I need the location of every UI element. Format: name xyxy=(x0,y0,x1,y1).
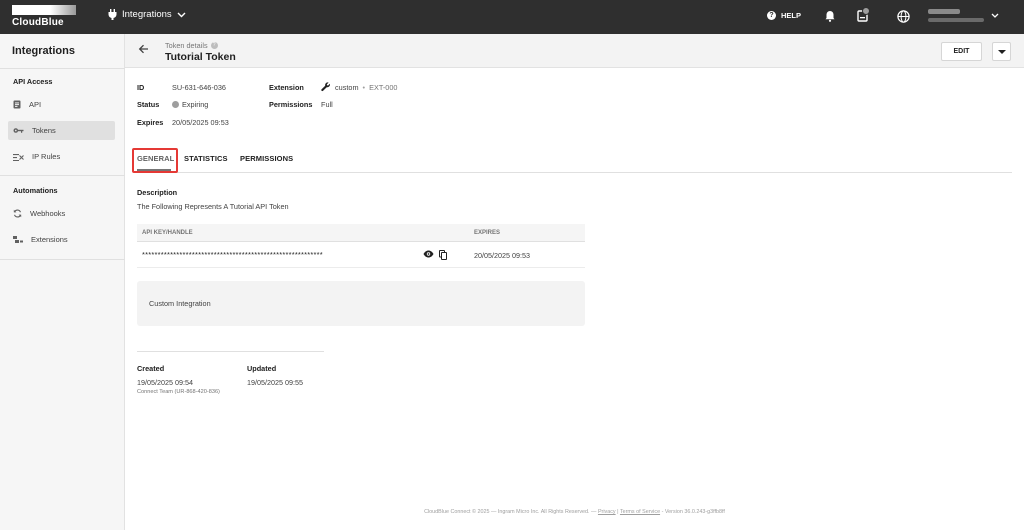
sidebar-item-label: API xyxy=(29,100,42,109)
breadcrumb: Token details ? xyxy=(165,41,218,50)
sidebar-section-api-access: API Access xyxy=(13,77,53,86)
chevron-down-icon[interactable] xyxy=(991,13,999,18)
footer-copyright: CloudBlue Connect © 2025 — Ingram Micro … xyxy=(424,509,598,515)
back-arrow-icon[interactable] xyxy=(138,44,149,54)
status-label: Status xyxy=(137,100,160,109)
description-label: Description xyxy=(137,188,178,197)
plug-icon xyxy=(108,9,117,20)
help-circle-icon[interactable]: ? xyxy=(210,42,218,49)
divider xyxy=(137,351,324,352)
sidebar: Integrations API Access API Tokens IP Ru… xyxy=(0,34,125,530)
masked-api-key: ****************************************… xyxy=(142,250,323,259)
permissions-value: Full xyxy=(321,100,333,109)
permissions-label: Permissions xyxy=(269,100,313,109)
logo-text: CloudBlue xyxy=(12,17,64,28)
status-dot-icon xyxy=(172,101,179,108)
created-by: Connect Team (UR-868-420-836) xyxy=(137,389,220,395)
extension-icon xyxy=(13,236,23,243)
key-icon xyxy=(13,128,24,133)
expires-value: 20/05/2025 09:53 xyxy=(172,118,229,127)
terms-link[interactable]: Terms of Service xyxy=(620,509,660,515)
cloudblue-logo[interactable]: CloudBlue xyxy=(12,5,78,29)
updated-value: 19/05/2025 09:55 xyxy=(247,378,303,387)
sync-icon xyxy=(13,209,22,218)
sidebar-section-automations: Automations xyxy=(13,186,58,195)
created-label: Created xyxy=(137,364,165,373)
sidebar-item-label: IP Rules xyxy=(32,152,61,161)
extension-name: custom xyxy=(335,82,359,92)
help-label: HELP xyxy=(781,11,802,20)
privacy-link[interactable]: Privacy xyxy=(598,509,616,515)
sidebar-item-tokens[interactable]: Tokens xyxy=(8,121,115,140)
column-header-key: API KEY/HANDLE xyxy=(142,230,193,236)
help-button[interactable]: ? HELP xyxy=(767,11,801,20)
account-menu[interactable] xyxy=(928,9,986,22)
sidebar-item-extensions[interactable]: Extensions xyxy=(8,230,115,249)
extension-label: Extension xyxy=(269,83,304,92)
tab-permissions[interactable]: PERMISSIONS xyxy=(240,154,293,163)
column-header-expires: EXPIRES xyxy=(474,230,501,236)
notification-badge xyxy=(862,7,870,15)
divider xyxy=(0,259,125,260)
sidebar-item-webhooks[interactable]: Webhooks xyxy=(8,204,115,223)
api-key-table: API KEY/HANDLE EXPIRES *****************… xyxy=(137,224,585,268)
expires-label: Expires xyxy=(137,118,164,127)
edit-button[interactable]: EDIT xyxy=(941,42,982,61)
id-value: SU-631-646-036 xyxy=(172,83,226,92)
tab-bar: GENERAL STATISTICS PERMISSIONS xyxy=(137,152,1012,173)
updated-label: Updated xyxy=(247,364,277,373)
account-org-redacted xyxy=(928,18,984,22)
more-actions-dropdown[interactable] xyxy=(992,42,1011,61)
created-value: 19/05/2025 09:54 xyxy=(137,378,193,387)
sidebar-item-ip-rules[interactable]: IP Rules xyxy=(8,147,115,166)
breadcrumb-label: Token details xyxy=(165,41,208,50)
tab-highlight-box xyxy=(132,148,178,173)
expires-cell: 20/05/2025 09:53 xyxy=(474,251,530,260)
extension-value[interactable]: custom • EXT-000 xyxy=(321,82,398,92)
module-switcher[interactable]: Integrations xyxy=(108,9,186,20)
page-title: Tutorial Token xyxy=(165,51,236,63)
chevron-down-icon xyxy=(177,12,186,17)
divider xyxy=(0,175,125,176)
filter-icon xyxy=(13,153,24,161)
extension-separator: • xyxy=(362,82,366,92)
module-label: Integrations xyxy=(122,9,172,20)
sidebar-item-api[interactable]: API xyxy=(8,95,115,114)
description-value: The Following Represents A Tutorial API … xyxy=(137,202,289,211)
extension-id: EXT-000 xyxy=(369,82,398,92)
globe-icon[interactable] xyxy=(897,10,910,23)
integration-type-label: Custom Integration xyxy=(149,299,211,308)
bell-icon[interactable] xyxy=(825,10,835,22)
top-bar: CloudBlue Integrations ? HELP xyxy=(0,0,1024,34)
id-label: ID xyxy=(137,83,145,92)
wrench-icon xyxy=(321,82,330,92)
integration-type-panel: Custom Integration xyxy=(137,281,585,326)
eye-icon[interactable] xyxy=(423,250,434,258)
copy-icon[interactable] xyxy=(439,250,447,260)
notifications-button[interactable] xyxy=(857,7,870,27)
sidebar-item-label: Webhooks xyxy=(30,209,66,218)
table-header: API KEY/HANDLE EXPIRES xyxy=(137,224,585,242)
page-header: Token details ? Tutorial Token EDIT xyxy=(125,34,1024,68)
help-icon: ? xyxy=(767,11,776,20)
footer-version: - Version 36.0.243-g3ffb8ff xyxy=(660,509,725,515)
divider xyxy=(0,68,125,69)
table-row: ****************************************… xyxy=(137,242,585,268)
status-value: Expiring xyxy=(172,100,208,109)
account-name-redacted xyxy=(928,9,960,14)
sidebar-item-label: Extensions xyxy=(31,235,68,244)
main-content: Token details ? Tutorial Token EDIT ID S… xyxy=(125,34,1024,530)
footer: CloudBlue Connect © 2025 — Ingram Micro … xyxy=(125,509,1024,515)
sidebar-item-label: Tokens xyxy=(32,126,56,135)
sidebar-title: Integrations xyxy=(12,45,75,57)
document-icon xyxy=(13,100,21,109)
logo-bar xyxy=(12,5,76,15)
tab-statistics[interactable]: STATISTICS xyxy=(184,154,228,163)
